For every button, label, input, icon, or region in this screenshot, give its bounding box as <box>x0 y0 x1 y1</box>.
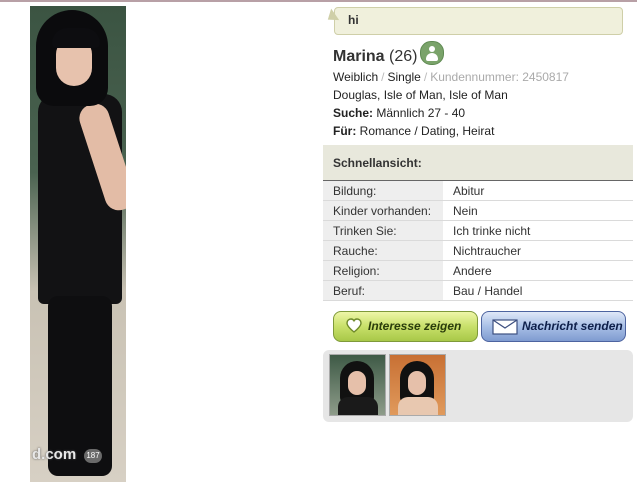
quick-view-table: Bildung: Abitur Kinder vorhanden: Nein T… <box>323 181 633 301</box>
photo-thumbnail[interactable] <box>389 354 446 416</box>
heart-icon <box>346 318 362 333</box>
profile-name: Marina (26) <box>333 48 417 66</box>
profile-age: (26) <box>389 48 418 65</box>
fact-value: Bau / Handel <box>443 280 633 301</box>
profile-name-text: Marina <box>333 48 385 65</box>
fact-label: Kinder vorhanden: <box>323 200 443 221</box>
quick-view-title: Schnellansicht: <box>333 156 422 170</box>
fact-label: Religion: <box>323 260 443 281</box>
fact-label: Bildung: <box>323 181 443 201</box>
photo-watermark: d.com <box>32 446 77 463</box>
message-bubble: hi <box>334 7 623 35</box>
profile-for-line: Für: Romance / Dating, Heirat <box>333 124 494 138</box>
send-message-button[interactable]: Nachricht senden <box>481 311 626 342</box>
photo-badge: 187 <box>84 449 102 463</box>
photo-thumbnails <box>323 350 633 422</box>
envelope-icon <box>492 319 518 335</box>
table-row: Beruf: Bau / Handel <box>323 280 633 301</box>
profile-for-value: Romance / Dating, Heirat <box>359 124 495 138</box>
top-border <box>0 0 637 2</box>
table-row: Kinder vorhanden: Nein <box>323 200 633 221</box>
fact-value: Andere <box>443 260 633 281</box>
profile-search-line: Suche: Männlich 27 - 40 <box>333 106 465 120</box>
message-bubble-text: hi <box>348 13 359 27</box>
table-row: Bildung: Abitur <box>323 181 633 201</box>
fact-label: Rauche: <box>323 240 443 261</box>
table-row: Trinken Sie: Ich trinke nicht <box>323 220 633 241</box>
profile-gender: Weiblich <box>333 70 379 84</box>
user-silhouette-icon[interactable] <box>420 41 444 65</box>
profile-location: Douglas, Isle of Man, Isle of Man <box>333 88 508 102</box>
fact-value: Nein <box>443 200 633 221</box>
profile-customer-number: Kundennummer: 2450817 <box>430 70 569 84</box>
fact-label: Beruf: <box>323 280 443 301</box>
photo-thumbnail[interactable] <box>329 354 386 416</box>
table-row: Rauche: Nichtraucher <box>323 240 633 261</box>
profile-meta-line: Weiblich / Single / Kundennummer: 2450817 <box>333 70 569 84</box>
fact-value: Abitur <box>443 181 633 201</box>
profile-search-value: Männlich 27 - 40 <box>376 106 466 120</box>
send-message-label: Nachricht senden <box>522 319 623 333</box>
profile-status: Single <box>387 70 421 84</box>
table-row: Religion: Andere <box>323 260 633 281</box>
show-interest-label: Interesse zeigen <box>368 319 462 333</box>
fact-label: Trinken Sie: <box>323 220 443 241</box>
main-profile-photo[interactable]: d.com 187 <box>30 6 126 482</box>
profile-for-label: Für: <box>333 124 357 138</box>
fact-value: Ich trinke nicht <box>443 220 633 241</box>
fact-value: Nichtraucher <box>443 240 633 261</box>
show-interest-button[interactable]: Interesse zeigen <box>333 311 478 342</box>
quick-view-header: Schnellansicht: <box>323 145 633 181</box>
profile-search-label: Suche: <box>333 106 374 120</box>
